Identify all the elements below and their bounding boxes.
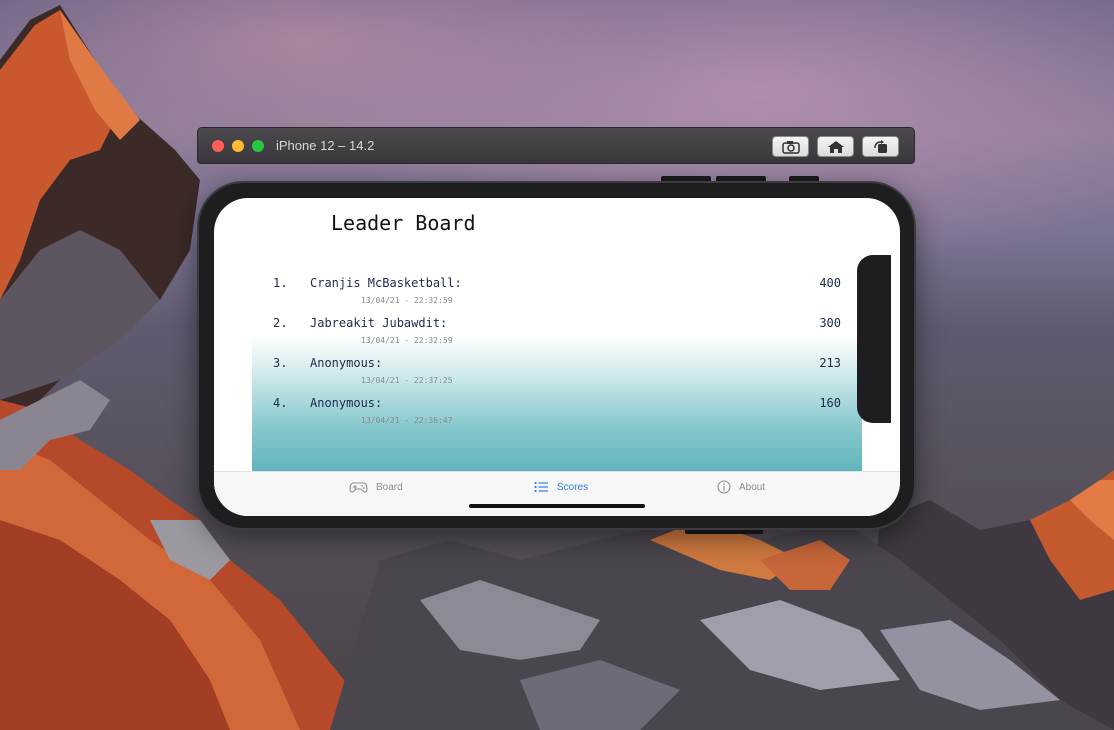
window-title: iPhone 12 – 14.2 [276, 138, 375, 153]
iphone-frame: Leader Board 1. Cranjis McBasketball: 40… [197, 181, 916, 530]
score-name: Anonymous: [310, 356, 383, 370]
score-value: 300 [819, 316, 841, 330]
score-name: Anonymous: [310, 396, 383, 410]
score-date: 13/04/21 - 22:32:59 [361, 336, 453, 345]
tab-label: Board [376, 481, 403, 493]
score-row: 4. Anonymous: 160 13/04/21 - 22:36:47 [214, 396, 900, 436]
home-button[interactable] [817, 136, 854, 157]
score-name: Jabreakit Jubawdit: [310, 316, 448, 330]
tab-label: Scores [557, 481, 589, 493]
home-icon [827, 140, 844, 153]
tab-about[interactable]: About [717, 478, 765, 496]
score-value: 213 [819, 356, 841, 370]
score-value: 160 [819, 396, 841, 410]
score-rank: 4. [273, 396, 288, 410]
tab-scores[interactable]: Scores [534, 478, 588, 496]
score-name: Cranjis McBasketball: [310, 276, 462, 290]
rotate-button[interactable] [862, 136, 899, 157]
zoom-window-button[interactable] [252, 140, 264, 152]
tab-bar: Board Scores About [214, 471, 900, 516]
sensor-notch [857, 255, 891, 423]
app-screen: Leader Board 1. Cranjis McBasketball: 40… [214, 198, 900, 516]
score-rank: 3. [273, 356, 288, 370]
score-row: 3. Anonymous: 213 13/04/21 - 22:37:25 [214, 356, 900, 396]
home-indicator[interactable] [469, 504, 645, 508]
rotate-icon [873, 139, 887, 153]
tab-label: About [739, 481, 766, 493]
score-rank: 1. [273, 276, 288, 290]
gamecontroller-icon [349, 481, 368, 493]
score-date: 13/04/21 - 22:36:47 [361, 416, 453, 425]
simulator-titlebar: iPhone 12 – 14.2 [197, 127, 915, 164]
info-icon [717, 480, 731, 494]
close-window-button[interactable] [212, 140, 224, 152]
page-title: Leader Board [331, 211, 476, 235]
score-row: 2. Jabreakit Jubawdit: 300 13/04/21 - 22… [214, 316, 900, 356]
tab-board[interactable]: Board [349, 478, 403, 496]
list-icon [534, 481, 548, 493]
screenshot-button[interactable] [772, 136, 809, 157]
score-row: 1. Cranjis McBasketball: 400 13/04/21 - … [214, 276, 900, 316]
score-date: 13/04/21 - 22:32:59 [361, 296, 453, 305]
score-value: 400 [819, 276, 841, 290]
score-rank: 2. [273, 316, 288, 330]
minimize-window-button[interactable] [232, 140, 244, 152]
score-date: 13/04/21 - 22:37:25 [361, 376, 453, 385]
screenshot-icon [781, 140, 800, 154]
